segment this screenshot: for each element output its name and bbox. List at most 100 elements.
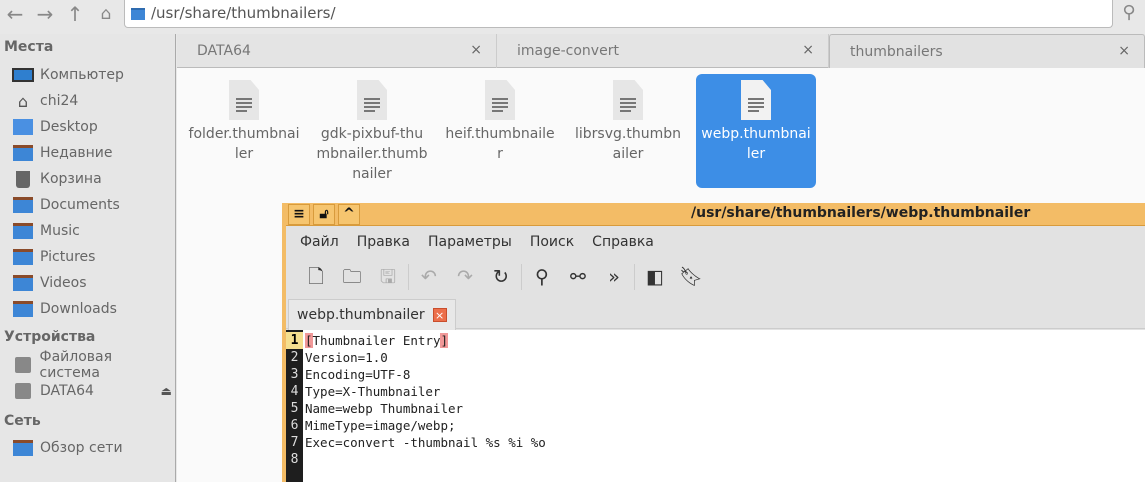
devices-header: Устройства — [4, 329, 96, 345]
separator — [408, 264, 409, 290]
recent-folder-icon — [12, 144, 34, 162]
editor-toolbar: 🗋 🗀 🖫 ↶ ↷ ↻ ⚲ ⚯ » ◧ 🔖︎ — [286, 258, 1145, 296]
sidebar-item-компьютер[interactable]: Компьютер — [12, 63, 174, 87]
code-area[interactable]: 12 3 4 5 6 7 8 [Thumbnailer Entry] Version=1.0 E… — [286, 330, 1145, 482]
tab-thumbnailers[interactable]: thumbnailers × — [829, 34, 1145, 68]
save-icon[interactable]: 🖫 — [370, 262, 406, 292]
menu-icon[interactable]: ≡ — [288, 204, 310, 225]
tab-label: image-convert — [517, 43, 619, 59]
location-bar[interactable]: /usr/share/thumbnailers/ — [124, 0, 1113, 28]
line-number: 5 — [290, 401, 299, 416]
tab-data64[interactable]: DATA64 × — [177, 34, 497, 68]
line-number-gutter: 12 3 4 5 6 7 8 — [286, 330, 303, 482]
close-icon[interactable]: × — [432, 308, 447, 322]
code-line: Version=1.0 — [305, 350, 388, 365]
text-file-icon — [357, 80, 387, 120]
places-header: Места — [4, 39, 54, 55]
sidebar-item-music[interactable]: Music — [12, 219, 174, 243]
back-button[interactable]: ← — [2, 2, 28, 26]
file-item[interactable]: webp.thumbnailer — [696, 74, 816, 188]
unlock-icon[interactable]: 🔓︎ — [313, 204, 335, 225]
sidebar-toggle-icon[interactable]: ◧ — [637, 262, 673, 292]
home-icon: ⌂ — [17, 91, 29, 111]
menu-bar: Файл Правка Параметры Поиск Справка — [286, 227, 1145, 257]
file-name: librsvg.thumbnailer — [575, 126, 681, 162]
text-file-icon — [613, 80, 643, 120]
sidebar-item-label: Downloads — [40, 301, 117, 317]
network-folder-icon — [12, 439, 34, 457]
close-icon[interactable]: × — [470, 42, 482, 58]
sidebar-item-downloads[interactable]: Downloads — [12, 297, 174, 321]
goto-icon[interactable]: » — [596, 262, 632, 292]
sidebar-item-label: Компьютер — [40, 67, 124, 83]
text-file-icon — [229, 80, 259, 120]
sidebar-item-network[interactable]: Обзор сети — [12, 436, 174, 460]
sidebar-item-desktop[interactable]: Desktop — [12, 115, 174, 139]
sidebar-item-корзина[interactable]: Корзина — [12, 167, 174, 191]
file-item[interactable]: folder.thumbnailer — [184, 74, 304, 188]
editor-tab[interactable]: webp.thumbnailer × — [288, 299, 456, 330]
reload-icon[interactable]: ↻ — [483, 262, 519, 292]
line-number: 4 — [290, 384, 299, 399]
search-icon[interactable]: ⚲ — [524, 262, 560, 292]
menu-edit[interactable]: Правка — [357, 234, 410, 250]
search-button[interactable]: ⚲ — [1113, 0, 1145, 28]
sidebar-item-filesystem[interactable]: Файловая система — [12, 349, 174, 381]
sidebar-item-data64[interactable]: DATA64 ⏏ — [12, 379, 174, 403]
computer-icon — [12, 66, 34, 84]
sidebar-item-label: Обзор сети — [40, 440, 123, 456]
menu-options[interactable]: Параметры — [428, 234, 512, 250]
menu-file[interactable]: Файл — [300, 234, 339, 250]
folder-icon — [131, 8, 145, 20]
code-line: Type=X-Thumbnailer — [305, 384, 441, 399]
close-icon[interactable]: × — [802, 42, 814, 58]
sidebar-item-label: chi24 — [40, 93, 79, 109]
sidebar-item-pictures[interactable]: Pictures — [12, 245, 174, 269]
menu-search[interactable]: Поиск — [530, 234, 574, 250]
editor-tab-bar: webp.thumbnailer × — [286, 297, 1145, 330]
editor-tab-label: webp.thumbnailer — [297, 307, 425, 323]
desktop-icon — [12, 118, 34, 136]
redo-icon[interactable]: ↷ — [447, 262, 483, 292]
line-number: 2 — [290, 350, 299, 365]
bookmark-icon[interactable]: 🔖︎ — [673, 262, 709, 292]
network-header: Сеть — [4, 413, 41, 429]
file-item[interactable]: librsvg.thumbnailer — [568, 74, 688, 188]
search-icon: ⚲ — [1122, 2, 1136, 23]
sidebar-item-label: Music — [40, 223, 80, 239]
code-line: Encoding=UTF-8 — [305, 367, 411, 382]
folder-icon — [12, 196, 34, 214]
file-item[interactable]: gdk-pixbuf-thumbnailer.thumbnailer — [312, 74, 432, 188]
code-line: Name=webp Thumbnailer — [305, 401, 464, 416]
sidebar-item-недавние[interactable]: Недавние — [12, 141, 174, 165]
code-line: [Thumbnailer Entry] — [305, 333, 448, 348]
forward-button[interactable]: → — [32, 2, 58, 26]
line-number: 1 — [286, 332, 303, 349]
undo-icon[interactable]: ↶ — [411, 262, 447, 292]
sidebar-item-chi24[interactable]: ⌂ chi24 — [12, 89, 174, 113]
tab-label: DATA64 — [197, 43, 251, 59]
file-name: heif.thumbnailer — [445, 126, 555, 162]
replace-icon[interactable]: ⚯ — [560, 262, 596, 292]
file-item[interactable]: heif.thumbnailer — [440, 74, 560, 188]
line-number: 3 — [290, 367, 299, 382]
sidebar-item-videos[interactable]: Videos — [12, 271, 174, 295]
eject-icon[interactable]: ⏏ — [161, 384, 172, 398]
tab-image-convert[interactable]: image-convert × — [497, 34, 829, 68]
sidebar-item-documents[interactable]: Documents — [12, 193, 174, 217]
new-file-icon[interactable]: 🗋 — [298, 262, 334, 292]
sidebar-item-label: Documents — [40, 197, 120, 213]
open-folder-icon[interactable]: 🗀 — [334, 262, 370, 292]
up-button[interactable]: ↑ — [62, 2, 88, 26]
close-icon[interactable]: × — [1118, 43, 1130, 59]
sidebar-item-label: Корзина — [40, 171, 102, 187]
text-editor-window: ≡ 🔓︎ ^ /usr/share/thumbnailers/webp.thum… — [282, 203, 1145, 482]
menu-help[interactable]: Справка — [592, 234, 654, 250]
sidebar-item-label: Файловая система — [39, 349, 113, 381]
chevron-up-icon[interactable]: ^ — [338, 204, 360, 225]
window-title: /usr/share/thumbnailers/webp.thumbnailer — [691, 205, 1031, 221]
line-number: 8 — [290, 452, 299, 467]
title-bar[interactable]: ≡ 🔓︎ ^ /usr/share/thumbnailers/webp.thum… — [286, 203, 1145, 226]
text-file-icon — [741, 80, 771, 120]
home-button[interactable]: ⌂ — [93, 2, 119, 26]
